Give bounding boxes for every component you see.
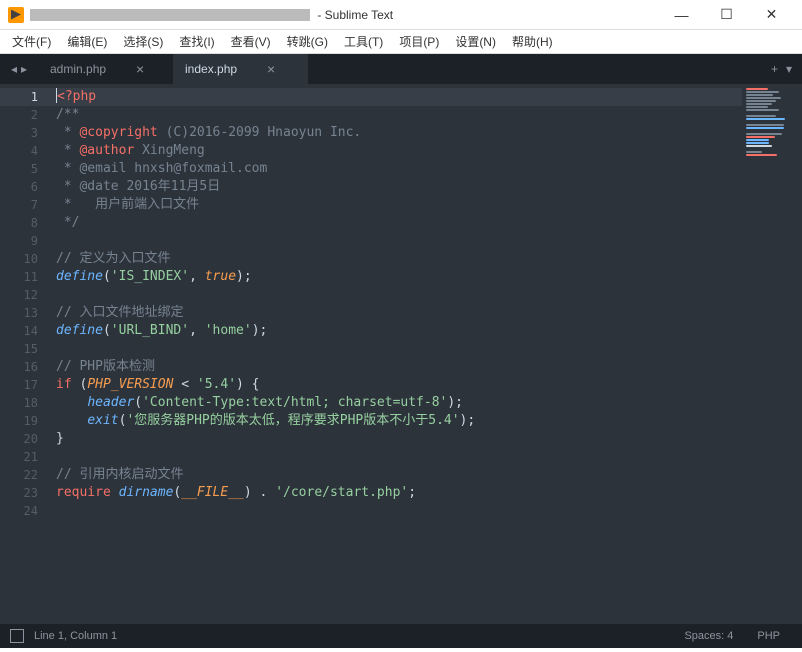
line-number[interactable]: 23: [0, 484, 50, 502]
code-line[interactable]: // 引用内核启动文件: [50, 466, 742, 484]
line-number[interactable]: 17: [0, 376, 50, 394]
code-line[interactable]: [50, 286, 742, 304]
line-number[interactable]: 20: [0, 430, 50, 448]
code-line[interactable]: if (PHP_VERSION < '5.4') {: [50, 376, 742, 394]
maximize-button[interactable]: ☐: [704, 1, 749, 29]
code-line[interactable]: <?php: [50, 88, 742, 106]
line-number[interactable]: 4: [0, 142, 50, 160]
line-number[interactable]: 15: [0, 340, 50, 358]
line-number[interactable]: 6: [0, 178, 50, 196]
tab-label: index.php: [185, 62, 237, 76]
tab-index-php[interactable]: index.php ×: [173, 54, 308, 84]
tab-admin-php[interactable]: admin.php ×: [38, 54, 173, 84]
close-button[interactable]: ✕: [749, 1, 794, 29]
code-line[interactable]: * @date 2016年11月5日: [50, 178, 742, 196]
code-line[interactable]: * @copyright (C)2016-2099 Hnaoyun Inc.: [50, 124, 742, 142]
code-area[interactable]: <?php/** * @copyright (C)2016-2099 Hnaoy…: [50, 84, 742, 624]
tabbar: ◂ ▸ admin.php × index.php × + ▾: [0, 54, 802, 84]
code-line[interactable]: [50, 232, 742, 250]
tab-actions: + ▾: [761, 54, 802, 84]
code-line[interactable]: define('IS_INDEX', true);: [50, 268, 742, 286]
close-icon[interactable]: ×: [267, 61, 275, 77]
code-line[interactable]: exit('您服务器PHP的版本太低，程序要求PHP版本不小于5.4');: [50, 412, 742, 430]
line-number[interactable]: 5: [0, 160, 50, 178]
tab-prev-icon[interactable]: ◂: [11, 62, 17, 76]
menu-file[interactable]: 文件(F): [4, 31, 59, 52]
code-line[interactable]: * @email hnxsh@foxmail.com: [50, 160, 742, 178]
line-number[interactable]: 10: [0, 250, 50, 268]
line-number[interactable]: 16: [0, 358, 50, 376]
gutter: 123456789101112131415161718192021222324: [0, 84, 50, 624]
statusbar: Line 1, Column 1 Spaces: 4 PHP: [0, 624, 802, 648]
window-controls: — ☐ ✕: [659, 1, 794, 29]
minimize-button[interactable]: —: [659, 1, 704, 29]
code-line[interactable]: }: [50, 430, 742, 448]
tab-label: admin.php: [50, 62, 106, 76]
code-line[interactable]: // 入口文件地址绑定: [50, 304, 742, 322]
cursor-position[interactable]: Line 1, Column 1: [34, 630, 672, 642]
code-line[interactable]: [50, 340, 742, 358]
line-number[interactable]: 8: [0, 214, 50, 232]
window-title: - Sublime Text: [30, 8, 659, 22]
tab-next-icon[interactable]: ▸: [21, 62, 27, 76]
minimap[interactable]: [742, 84, 802, 624]
menu-tools[interactable]: 工具(T): [336, 31, 391, 52]
menu-project[interactable]: 项目(P): [391, 31, 447, 52]
line-number[interactable]: 22: [0, 466, 50, 484]
code-line[interactable]: * 用户前端入口文件: [50, 196, 742, 214]
tab-nav[interactable]: ◂ ▸: [0, 54, 38, 84]
line-number[interactable]: 1: [0, 88, 50, 106]
line-number[interactable]: 14: [0, 322, 50, 340]
code-line[interactable]: header('Content-Type:text/html; charset=…: [50, 394, 742, 412]
line-number[interactable]: 7: [0, 196, 50, 214]
tab-menu-icon[interactable]: ▾: [786, 62, 792, 76]
code-line[interactable]: [50, 448, 742, 466]
line-number[interactable]: 21: [0, 448, 50, 466]
panel-switcher-icon[interactable]: [10, 629, 24, 643]
line-number[interactable]: 11: [0, 268, 50, 286]
menu-help[interactable]: 帮助(H): [504, 31, 561, 52]
line-number[interactable]: 18: [0, 394, 50, 412]
line-number[interactable]: 9: [0, 232, 50, 250]
code-line[interactable]: // 定义为入口文件: [50, 250, 742, 268]
new-tab-icon[interactable]: +: [771, 62, 778, 76]
menu-preferences[interactable]: 设置(N): [447, 31, 504, 52]
code-line[interactable]: require dirname(__FILE__) . '/core/start…: [50, 484, 742, 502]
menu-find[interactable]: 查找(I): [171, 31, 222, 52]
menu-goto[interactable]: 转跳(G): [279, 31, 336, 52]
line-number[interactable]: 19: [0, 412, 50, 430]
editor[interactable]: 123456789101112131415161718192021222324 …: [0, 84, 802, 624]
line-number[interactable]: 3: [0, 124, 50, 142]
close-icon[interactable]: ×: [136, 61, 144, 77]
code-line[interactable]: * @author XingMeng: [50, 142, 742, 160]
menu-edit[interactable]: 编辑(E): [59, 31, 115, 52]
code-line[interactable]: define('URL_BIND', 'home');: [50, 322, 742, 340]
line-number[interactable]: 2: [0, 106, 50, 124]
menu-selection[interactable]: 选择(S): [115, 31, 171, 52]
code-line[interactable]: [50, 502, 742, 520]
syntax-setting[interactable]: PHP: [745, 630, 792, 642]
line-number[interactable]: 13: [0, 304, 50, 322]
menubar: 文件(F) 编辑(E) 选择(S) 查找(I) 查看(V) 转跳(G) 工具(T…: [0, 30, 802, 54]
code-line[interactable]: */: [50, 214, 742, 232]
titlebar: - Sublime Text — ☐ ✕: [0, 0, 802, 30]
code-line[interactable]: /**: [50, 106, 742, 124]
line-number[interactable]: 24: [0, 502, 50, 520]
app-icon: [8, 7, 24, 23]
redacted-path: [30, 9, 310, 21]
code-line[interactable]: // PHP版本检测: [50, 358, 742, 376]
indentation-setting[interactable]: Spaces: 4: [672, 630, 745, 642]
menu-view[interactable]: 查看(V): [223, 31, 279, 52]
line-number[interactable]: 12: [0, 286, 50, 304]
